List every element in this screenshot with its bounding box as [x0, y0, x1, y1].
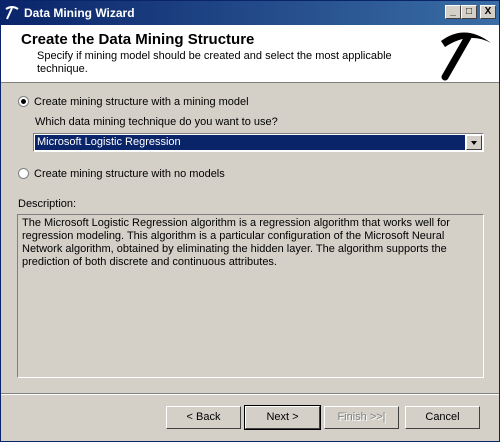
wizard-window: Data Mining Wizard _ □ X Create the Data…: [0, 0, 500, 442]
divider: [1, 393, 499, 395]
finish-button[interactable]: Finish >>|: [324, 406, 399, 429]
with-model-label[interactable]: Create mining structure with a mining mo…: [34, 96, 249, 108]
no-models-label[interactable]: Create mining structure with no models: [34, 168, 225, 180]
technique-select[interactable]: Microsoft Logistic Regression: [33, 133, 484, 152]
description-box: The Microsoft Logistic Regression algori…: [17, 214, 484, 378]
chevron-down-icon[interactable]: [466, 135, 482, 150]
maximize-button[interactable]: □: [461, 5, 477, 19]
close-button[interactable]: X: [480, 5, 496, 19]
wizard-header: Create the Data Mining Structure Specify…: [1, 25, 499, 83]
page-subtitle: Specify if mining model should be create…: [37, 50, 392, 75]
title-bar[interactable]: Data Mining Wizard _ □ X: [1, 1, 499, 25]
minimize-button[interactable]: _: [445, 5, 461, 19]
pickaxe-icon: [5, 6, 19, 20]
page-title: Create the Data Mining Structure: [21, 31, 255, 48]
no-models-radio[interactable]: [18, 168, 29, 179]
pickaxe-icon: [441, 32, 491, 81]
cancel-button[interactable]: Cancel: [405, 406, 480, 429]
next-button[interactable]: Next >: [244, 405, 321, 430]
technique-prompt: Which data mining technique do you want …: [35, 116, 278, 128]
technique-selected-value: Microsoft Logistic Regression: [35, 135, 465, 150]
back-button[interactable]: < Back: [166, 406, 241, 429]
with-model-radio[interactable]: [18, 96, 29, 107]
window-title: Data Mining Wizard: [24, 6, 135, 20]
description-label: Description:: [18, 198, 77, 210]
